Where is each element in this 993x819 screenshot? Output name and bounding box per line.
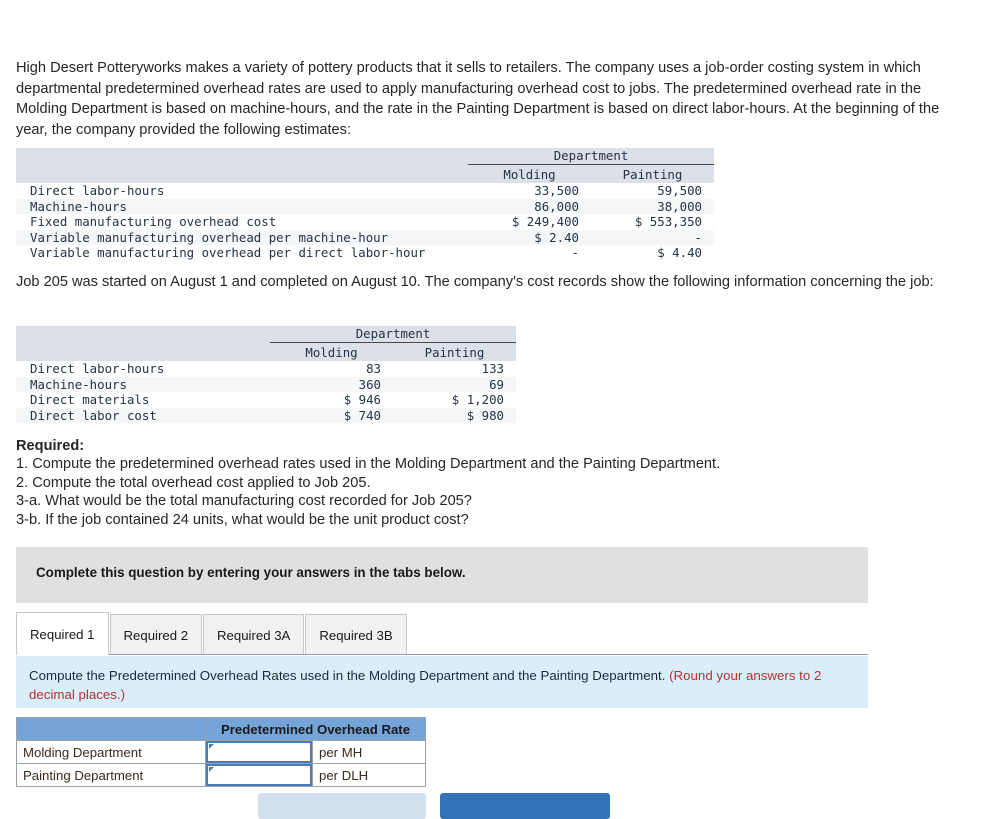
row-label: Variable manufacturing overhead per mach…	[30, 229, 389, 245]
answer-header-blank	[16, 717, 206, 741]
answer-row-label-painting: Painting Department	[16, 763, 206, 787]
row-value-painting: 38,000	[657, 198, 702, 214]
table-row: Machine-hours 86,000 38,000	[16, 198, 714, 214]
required-block: Required: 1. Compute the predetermined o…	[16, 437, 961, 529]
group-header-department: Department	[270, 326, 516, 343]
row-value-painting: $ 1,200	[451, 392, 504, 408]
molding-rate-input[interactable]	[206, 741, 312, 763]
row-value-painting: 133	[481, 361, 504, 377]
row-value-molding: 86,000	[534, 198, 579, 214]
table-row: Direct materials $ 946 $ 1,200	[16, 392, 516, 408]
row-value-molding: 360	[358, 376, 381, 392]
row-value-painting: 69	[489, 376, 504, 392]
next-button[interactable]	[440, 793, 610, 819]
row-label: Machine-hours	[30, 198, 127, 214]
required-item-1: 1. Compute the predetermined overhead ra…	[16, 456, 721, 473]
row-label: Machine-hours	[30, 376, 127, 392]
answer-row-painting: Painting Department per DLH	[16, 763, 426, 787]
row-value-molding: $ 2.40	[534, 229, 579, 245]
table-row: Direct labor-hours 83 133	[16, 361, 516, 377]
group-header-department: Department	[468, 148, 714, 165]
table-column-header-row: Molding Painting	[16, 164, 714, 183]
required-title: Required:	[16, 438, 85, 454]
row-value-painting: $ 553,350	[634, 214, 702, 230]
row-value-painting: 59,500	[657, 183, 702, 199]
row-label: Direct labor cost	[30, 407, 157, 423]
instruction-bar: Complete this question by entering your …	[16, 547, 868, 603]
row-value-molding: -	[571, 245, 579, 261]
answer-header-rate: Predetermined Overhead Rate	[205, 717, 426, 741]
row-value-molding: $ 249,400	[511, 214, 579, 230]
tab-required-3b[interactable]: Required 3B	[305, 614, 407, 655]
row-label: Direct labor-hours	[30, 361, 165, 377]
tab-required-3a[interactable]: Required 3A	[203, 614, 305, 655]
column-header-painting: Painting	[591, 164, 714, 183]
table-group-header-row: Department	[16, 326, 516, 343]
answer-table: Predetermined Overhead Rate Molding Depa…	[16, 717, 426, 787]
row-value-painting: -	[694, 229, 702, 245]
question-panel: Compute the Predetermined Overhead Rates…	[16, 656, 868, 708]
previous-button[interactable]	[258, 793, 426, 819]
row-label: Direct materials	[30, 392, 150, 408]
row-value-molding: $ 946	[343, 392, 381, 408]
answer-row-molding: Molding Department per MH	[16, 740, 426, 764]
group-header-spacer	[16, 326, 270, 343]
required-item-2: 2. Compute the total overhead cost appli…	[16, 474, 371, 491]
painting-rate-input[interactable]	[206, 764, 312, 786]
tab-underline	[16, 654, 868, 655]
row-value-molding: $ 740	[343, 407, 381, 423]
group-header-spacer	[16, 148, 468, 165]
answer-unit-painting: per DLH	[312, 763, 426, 787]
table-column-header-row: Molding Painting	[16, 342, 516, 361]
answer-header-row: Predetermined Overhead Rate	[16, 717, 426, 741]
intro-paragraph: High Desert Potteryworks makes a variety…	[16, 60, 940, 138]
row-value-molding: 33,500	[534, 183, 579, 199]
table-row: Direct labor-hours 33,500 59,500	[16, 183, 714, 199]
job-paragraph: Job 205 was started on August 1 and comp…	[16, 274, 934, 290]
answer-input-cell-molding[interactable]	[205, 740, 313, 764]
question-text: Compute the Predetermined Overhead Rates…	[29, 668, 670, 683]
required-item-3b: 3-b. If the job contained 24 units, what…	[16, 511, 469, 528]
tab-required-2[interactable]: Required 2	[109, 614, 203, 655]
instruction-text: Complete this question by entering your …	[36, 565, 466, 580]
row-value-molding: 83	[366, 361, 381, 377]
row-value-painting: $ 980	[466, 407, 504, 423]
table-row: Direct labor cost $ 740 $ 980	[16, 407, 516, 423]
table-row: Fixed manufacturing overhead cost $ 249,…	[16, 214, 714, 230]
table-row: Machine-hours 360 69	[16, 376, 516, 392]
column-header-spacer	[16, 164, 468, 183]
job-cost-table: Department Molding Painting Direct labor…	[16, 326, 516, 423]
tab-required-1[interactable]: Required 1	[16, 612, 109, 655]
answer-unit-molding: per MH	[312, 740, 426, 764]
table-group-header-row: Department	[16, 148, 714, 165]
estimates-table: Department Molding Painting Direct labor…	[16, 148, 714, 261]
required-item-3a: 3-a. What would be the total manufacturi…	[16, 493, 472, 510]
tabs-row: Required 1 Required 2 Required 3A Requir…	[16, 612, 408, 655]
row-value-painting: $ 4.40	[657, 245, 702, 261]
column-header-painting: Painting	[393, 342, 516, 361]
answer-row-label-molding: Molding Department	[16, 740, 206, 764]
row-label: Variable manufacturing overhead per dire…	[30, 245, 426, 261]
tab-strip: Required 1 Required 2 Required 3A Requir…	[16, 612, 868, 656]
question-text-wrapper: Compute the Predetermined Overhead Rates…	[29, 666, 839, 704]
column-header-molding: Molding	[468, 164, 591, 183]
row-label: Fixed manufacturing overhead cost	[30, 214, 277, 230]
column-header-spacer	[16, 342, 270, 361]
table-row: Variable manufacturing overhead per dire…	[16, 245, 714, 261]
answer-input-cell-painting[interactable]	[205, 763, 313, 787]
row-label: Direct labor-hours	[30, 183, 165, 199]
column-header-molding: Molding	[270, 342, 393, 361]
table-row: Variable manufacturing overhead per mach…	[16, 229, 714, 245]
